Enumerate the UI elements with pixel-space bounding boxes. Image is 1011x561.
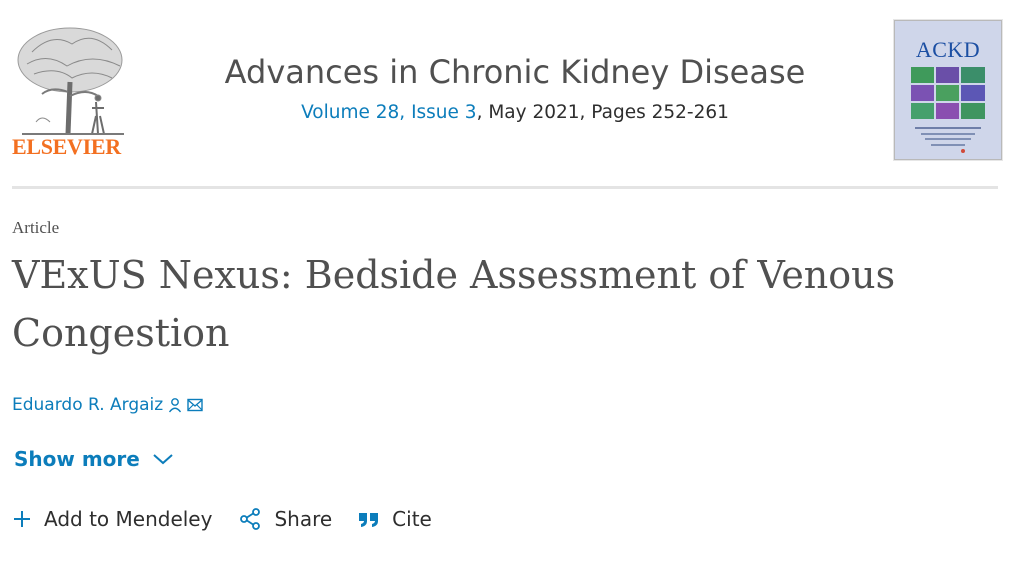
plus-icon bbox=[12, 509, 32, 529]
issue-line: Volume 28, Issue 3, May 2021, Pages 252-… bbox=[180, 100, 850, 126]
journal-title[interactable]: Advances in Chronic Kidney Disease bbox=[180, 50, 850, 94]
author-name[interactable]: Eduardo R. Argaiz bbox=[12, 395, 163, 415]
cite-label: Cite bbox=[392, 507, 432, 531]
cover-abbrev: ACKD bbox=[915, 37, 981, 62]
volume-issue-link[interactable]: Volume 28, Issue 3 bbox=[301, 102, 476, 123]
chevron-down-icon bbox=[152, 447, 174, 471]
author-list: Eduardo R. Argaiz bbox=[12, 395, 203, 415]
publisher-name: ELSEVIER bbox=[12, 134, 121, 159]
share-button[interactable]: Share bbox=[238, 507, 332, 531]
article-title: VExUS Nexus: Bedside Assessment of Venou… bbox=[12, 253, 896, 355]
header-divider bbox=[12, 186, 998, 189]
share-label: Share bbox=[274, 507, 333, 531]
add-to-mendeley-label: Add to Mendeley bbox=[44, 507, 213, 531]
cover-image-grid-icon bbox=[911, 67, 985, 119]
cover-text-lines-icon bbox=[915, 127, 981, 153]
share-icon bbox=[238, 507, 262, 531]
envelope-icon[interactable] bbox=[187, 398, 203, 412]
cite-button[interactable]: Cite bbox=[358, 507, 432, 531]
journal-cover[interactable]: ACKD bbox=[894, 20, 1002, 160]
page-header: ELSEVIER Advances in Chronic Kidney Dise… bbox=[0, 0, 1011, 190]
tree-emblem-icon bbox=[17, 27, 124, 135]
add-to-mendeley-button[interactable]: Add to Mendeley bbox=[12, 507, 212, 531]
show-more-button[interactable]: Show more bbox=[14, 447, 174, 471]
article-type: Article bbox=[12, 218, 60, 237]
issue-date-pages: , May 2021, Pages 252-261 bbox=[476, 102, 729, 123]
person-icon[interactable] bbox=[167, 397, 183, 413]
quote-icon bbox=[358, 509, 380, 529]
journal-block: Advances in Chronic Kidney Disease Volum… bbox=[180, 50, 850, 126]
show-more-label: Show more bbox=[14, 447, 140, 471]
article-actions: Add to Mendeley Share Cite bbox=[12, 507, 458, 531]
